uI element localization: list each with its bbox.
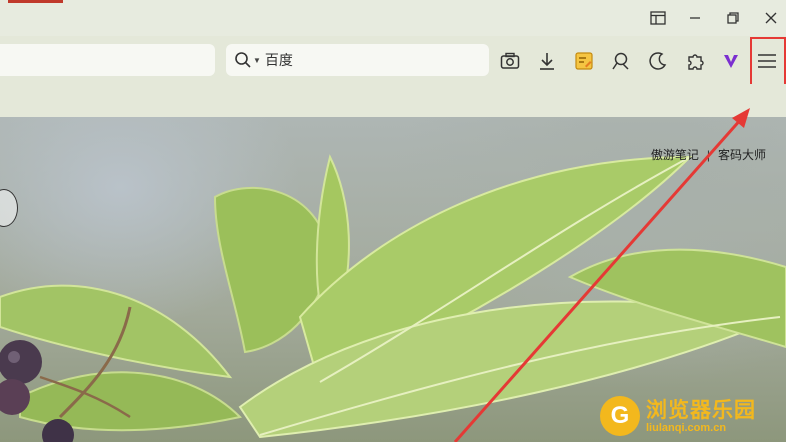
search-icon[interactable] <box>234 51 252 69</box>
watermark-url: liulanqi.com.cn <box>646 421 727 434</box>
dark-mode-icon[interactable] <box>646 49 670 73</box>
title-bar <box>0 0 786 36</box>
chevron-down-icon[interactable]: ▼ <box>253 56 261 65</box>
download-icon[interactable] <box>535 49 559 73</box>
vip-icon[interactable] <box>719 49 743 73</box>
toolbar: ▼ 百度 <box>0 36 786 84</box>
top-links: 傲游笔记 | 客码大师 <box>651 146 766 163</box>
watermark-logo-icon: G <box>600 396 640 436</box>
screenshot-icon[interactable] <box>498 49 522 73</box>
sidebar-layout-icon[interactable] <box>647 8 669 28</box>
active-tab-indicator <box>8 0 63 3</box>
watermark-title: 浏览器乐园 <box>646 396 756 422</box>
address-bar[interactable] <box>0 44 215 76</box>
search-engine-label: 百度 <box>264 52 293 68</box>
link-separator: | <box>706 147 710 162</box>
link-password-master[interactable]: 客码大师 <box>718 146 766 163</box>
restore-icon[interactable] <box>722 8 744 28</box>
minimize-icon[interactable] <box>684 8 706 28</box>
site-watermark: G 浏览器乐园 liulanqi.com.cn <box>600 394 756 438</box>
extensions-icon[interactable] <box>683 49 707 73</box>
notes-icon[interactable] <box>572 49 596 73</box>
translate-icon[interactable] <box>609 49 633 73</box>
bookmarks-bar <box>0 84 786 117</box>
close-icon[interactable] <box>760 8 782 28</box>
search-box[interactable]: ▼ 百度 <box>226 44 489 76</box>
link-maxthon-notes[interactable]: 傲游笔记 <box>651 146 699 163</box>
